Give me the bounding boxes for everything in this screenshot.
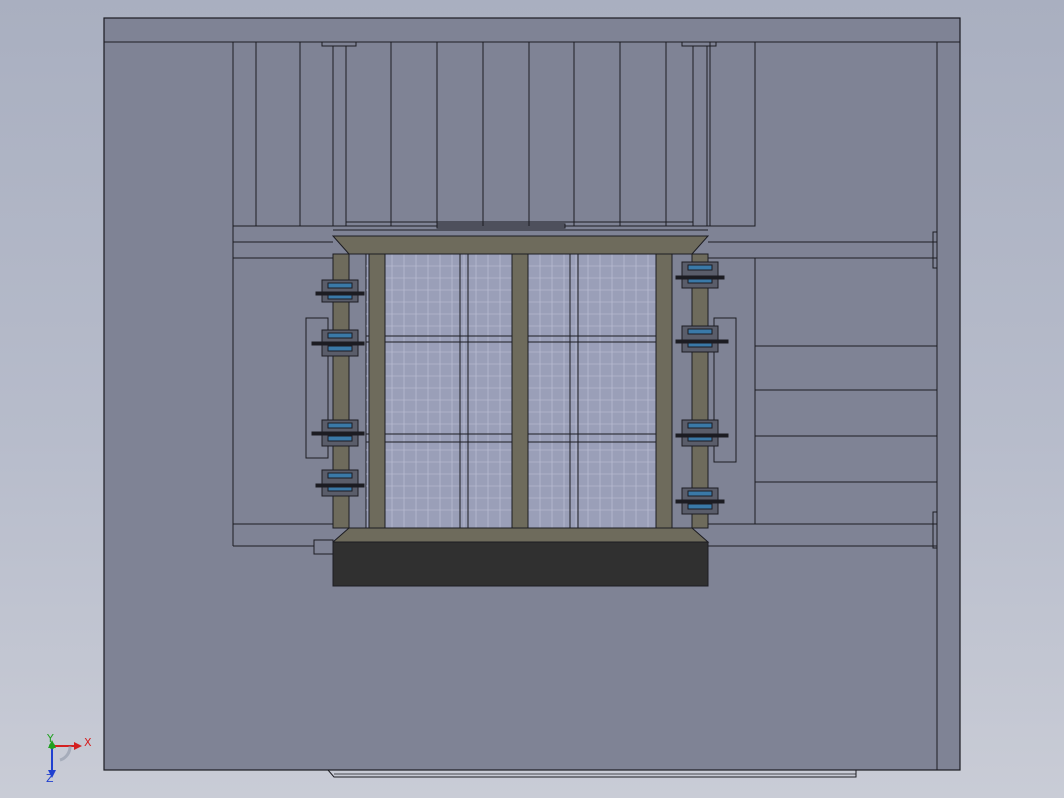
cad-graphics-viewport[interactable]: X Y Z <box>0 0 1064 798</box>
reference-triad: X Y Z <box>46 732 92 785</box>
triad-x-label: X <box>84 736 92 749</box>
triad-z-label: Z <box>46 772 54 785</box>
triad-x-arrow-icon <box>74 742 82 750</box>
triad-y-label: Y <box>46 732 54 745</box>
